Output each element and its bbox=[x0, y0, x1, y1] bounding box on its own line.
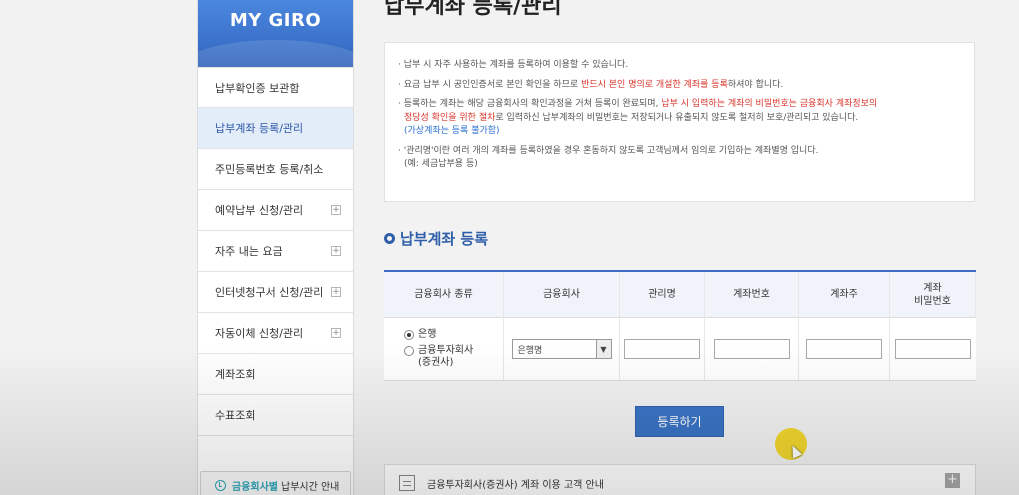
bank-select[interactable]: 은행명 ▼ bbox=[511, 339, 612, 359]
header-institution-type: 금융회사 종류 bbox=[384, 272, 504, 318]
account-registration-table: 금융회사 종류 금융회사 관리명 계좌번호 계좌주 계좌 비밀번호 은행 금융투… bbox=[384, 270, 976, 381]
notice-line: (예: 세금납부용 등) bbox=[398, 158, 958, 172]
securities-info-accordion[interactable]: 금융투자회사(증권사) 계좌 이용 고객 안내 + bbox=[384, 464, 976, 495]
payment-hours-button[interactable]: 금융회사별 납부시간 안내 bbox=[200, 471, 351, 495]
header-alias: 관리명 bbox=[620, 272, 705, 318]
sidebar-nav: 납부확인증 보관함납부계좌 등록/관리주민등록번호 등록/취소예약납부 신청/관… bbox=[198, 67, 353, 436]
header-account-password: 계좌 비밀번호 bbox=[890, 272, 976, 318]
notice-text: · 등록하는 계좌는 해당 금융회사의 확인과정을 거쳐 등록이 완료되며, bbox=[398, 99, 662, 109]
account-password-cell bbox=[890, 318, 976, 380]
notice-line: (가상계좌는 등록 불가함) bbox=[398, 125, 958, 139]
sidebar-item-label: 납부확인증 보관함 bbox=[215, 81, 300, 95]
notice-text: · 요금 납부 시 공인인증서로 본인 확인을 하므로 bbox=[398, 79, 582, 90]
alias-input[interactable] bbox=[624, 339, 700, 359]
sidebar-item[interactable]: 납부계좌 등록/관리 bbox=[198, 108, 353, 149]
sidebar-item[interactable]: 자동이체 신청/관리 + bbox=[198, 313, 353, 354]
sidebar-item-label: 인터넷청구서 신청/관리 bbox=[215, 286, 324, 299]
radio-bank-label: 은행 bbox=[418, 329, 437, 340]
sidebar-item-label: 납부계좌 등록/관리 bbox=[215, 122, 304, 135]
radio-bank-control[interactable] bbox=[404, 330, 414, 340]
account-holder-input[interactable] bbox=[806, 339, 882, 359]
sidebar-gap bbox=[198, 436, 353, 471]
expand-plus-icon[interactable]: + bbox=[331, 328, 341, 338]
accordion-label: 금융투자회사(증권사) 계좌 이용 고객 안내 bbox=[427, 479, 604, 491]
bullet-ring-icon bbox=[384, 233, 395, 244]
bank-select-value: 은행명 bbox=[517, 345, 543, 356]
register-button[interactable]: 등록하기 bbox=[635, 406, 724, 437]
sidebar-item-label: 수표조회 bbox=[215, 409, 256, 422]
sidebar-item-label: 예약납부 신청/관리 bbox=[215, 204, 304, 217]
notice-emphasis: 납부 시 입력하는 계좌의 비밀번호는 금융회사 계좌정보의 bbox=[661, 99, 878, 109]
hours-button-label: 납부시간 안내 bbox=[281, 482, 340, 493]
account-holder-cell bbox=[799, 318, 890, 380]
radio-securities-label: 금융투자회사 (증권사) bbox=[418, 345, 474, 368]
sidebar-item[interactable]: 예약납부 신청/관리 + bbox=[198, 190, 353, 231]
main-content: 납부계좌 등록/관리 · 납부 시 자주 사용하는 계좌를 등록하여 이용할 수… bbox=[384, 0, 976, 495]
expand-plus-icon[interactable]: + bbox=[331, 287, 341, 297]
notice-text: (예: 세금납부용 등) bbox=[404, 159, 478, 169]
my-giro-brand: MY GIRO bbox=[198, 0, 353, 67]
page-title: 납부계좌 등록/관리 bbox=[384, 0, 562, 19]
sidebar-item-label: 자주 내는 요금 bbox=[215, 245, 283, 258]
expand-plus-icon[interactable]: + bbox=[331, 205, 341, 215]
sidebar-item-label: 자동이체 신청/관리 bbox=[215, 327, 304, 340]
header-institution: 금융회사 bbox=[504, 272, 620, 318]
notice-line: 정당성 확인을 위한 절차로 입력하신 납부계좌의 비밀번호는 저장되거나 유출… bbox=[398, 112, 958, 126]
section-title: 납부계좌 등록 bbox=[384, 228, 488, 249]
notice-emphasis: 정당성 확인을 위한 절차 bbox=[404, 112, 496, 123]
sidebar-item[interactable]: 자주 내는 요금 + bbox=[198, 231, 353, 272]
sidebar-item[interactable]: 인터넷청구서 신청/관리 + bbox=[198, 272, 353, 313]
account-number-input[interactable] bbox=[713, 339, 790, 359]
radio-securities-control[interactable] bbox=[404, 346, 414, 356]
clock-icon bbox=[215, 480, 226, 491]
alias-cell bbox=[620, 318, 705, 380]
sidebar-item[interactable]: 수표조회 bbox=[198, 395, 353, 436]
radio-bank[interactable]: 은행 bbox=[404, 329, 436, 341]
sidebar-item[interactable]: 납부확인증 보관함 bbox=[198, 67, 353, 108]
sidebar-item[interactable]: 계좌조회 bbox=[198, 354, 353, 395]
account-number-cell bbox=[705, 318, 799, 380]
account-password-input[interactable] bbox=[895, 339, 971, 359]
sidebar-item-label: 계좌조회 bbox=[215, 368, 256, 381]
document-icon bbox=[399, 475, 415, 491]
header-account-number: 계좌번호 bbox=[705, 272, 799, 318]
institution-type-cell: 은행 금융투자회사 (증권사) bbox=[384, 318, 504, 380]
sidebar: MY GIRO 납부확인증 보관함납부계좌 등록/관리주민등록번호 등록/취소예… bbox=[197, 0, 354, 495]
header-account-holder: 계좌주 bbox=[799, 272, 890, 318]
notice-line: · 납부 시 자주 사용하는 계좌를 등록하여 이용할 수 있습니다. bbox=[398, 59, 958, 73]
institution-cell: 은행명 ▼ bbox=[504, 318, 620, 380]
plus-icon[interactable]: + bbox=[945, 473, 960, 488]
sidebar-item[interactable]: 주민등록번호 등록/취소 bbox=[198, 149, 353, 190]
notice-line: · '관리명'이란 여러 개의 계좌를 등록하였을 경우 혼동하지 않도록 고객… bbox=[398, 145, 958, 159]
expand-plus-icon[interactable]: + bbox=[331, 246, 341, 256]
section-title-text: 납부계좌 등록 bbox=[400, 230, 489, 248]
sidebar-item-label: 주민등록번호 등록/취소 bbox=[215, 163, 324, 176]
hours-button-highlight: 금융회사별 bbox=[232, 482, 278, 493]
notice-emphasis: 반드시 본인 명의로 개설한 계좌를 등록 bbox=[581, 79, 728, 90]
notice-text: · 납부 시 자주 사용하는 계좌를 등록하여 이용할 수 있습니다. bbox=[398, 60, 629, 70]
chevron-down-icon[interactable]: ▼ bbox=[595, 340, 611, 358]
notice-text: 하셔야 합니다. bbox=[727, 79, 784, 90]
notice-line: · 등록하는 계좌는 해당 금융회사의 확인과정을 거쳐 등록이 완료되며, 납… bbox=[398, 98, 958, 112]
radio-securities[interactable]: 금융투자회사 (증권사) bbox=[404, 345, 473, 369]
notice-virtual-account: (가상계좌는 등록 불가함) bbox=[404, 126, 500, 136]
notice-line: · 요금 납부 시 공인인증서로 본인 확인을 하므로 반드시 본인 명의로 개… bbox=[398, 79, 958, 93]
notice-box: · 납부 시 자주 사용하는 계좌를 등록하여 이용할 수 있습니다. · 요금… bbox=[384, 42, 975, 202]
notice-text: 로 입력하신 납부계좌의 비밀번호는 저장되거나 유출되지 않도록 철저히 보호… bbox=[495, 112, 859, 123]
notice-text: · '관리명'이란 여러 개의 계좌를 등록하였을 경우 혼동하지 않도록 고객… bbox=[398, 145, 819, 156]
